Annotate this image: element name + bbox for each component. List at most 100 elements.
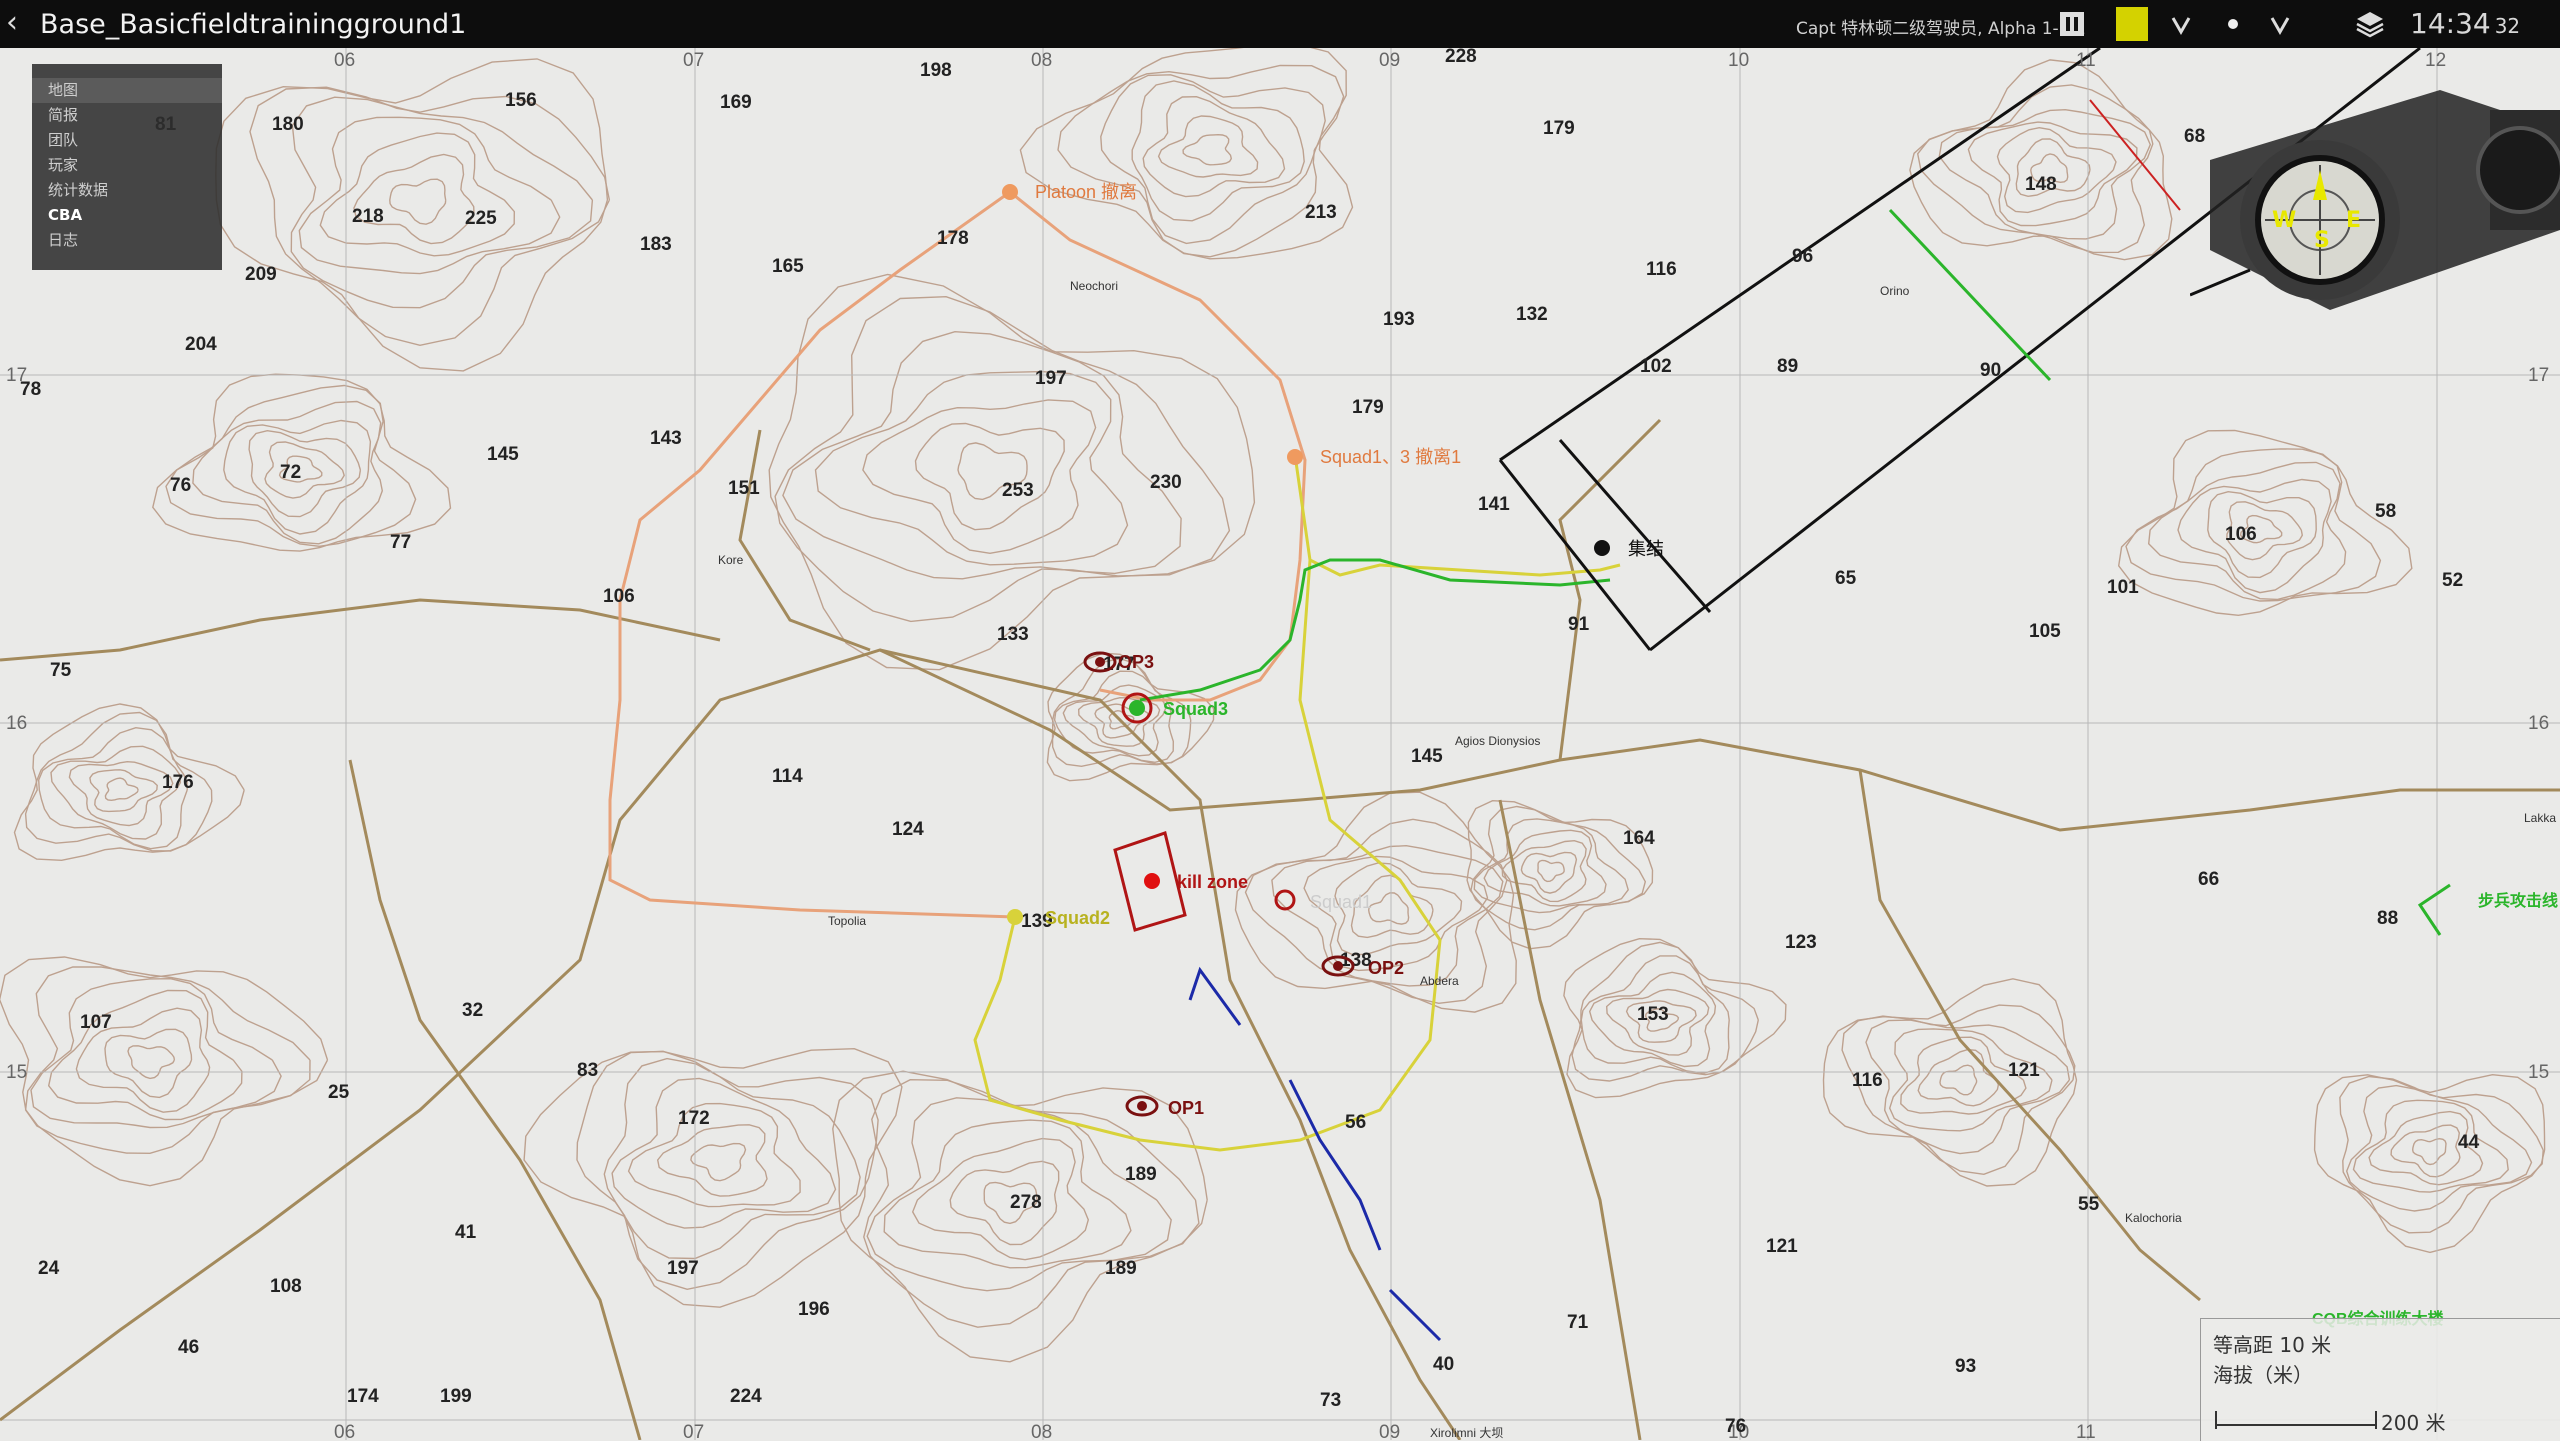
map-legend: 等高距 10 米 海拔（米） 200 米 — [2200, 1318, 2560, 1441]
marker-color-swatch — [2116, 7, 2148, 41]
grid-label-top: 06 — [334, 50, 355, 71]
elevation-label: 55 — [2078, 1194, 2100, 1215]
mission-title: Base_Basicfieldtrainingground1 — [40, 9, 467, 40]
back-icon[interactable]: ‹ — [6, 8, 26, 40]
elevation-label: 90 — [1980, 360, 2001, 381]
elevation-label: 75 — [50, 660, 72, 681]
elevation-label: 106 — [603, 586, 635, 607]
assembly-marker[interactable] — [1594, 540, 1610, 556]
grid-label-top: 07 — [683, 50, 704, 71]
menu-item-briefing[interactable]: 简报 — [32, 103, 222, 128]
player-info: Capt 特林顿二级驾驶员, Alpha 1-1 1 — [1796, 19, 2086, 39]
elevation-label: 41 — [455, 1222, 477, 1243]
town-label: Topolia — [828, 914, 866, 928]
compass-letter-w: W — [2272, 208, 2296, 233]
squad3-label: Squad3 — [1163, 699, 1228, 719]
menu-item-team[interactable]: 团队 — [32, 128, 222, 153]
op1-marker-center — [1137, 1101, 1147, 1111]
elevation-label: 124 — [892, 819, 924, 840]
grid-label-right: 16 — [2528, 713, 2549, 734]
menu-item-players[interactable]: 玩家 — [32, 153, 222, 178]
elevation-label: 76 — [1725, 1416, 1746, 1437]
elevation-label: 164 — [1623, 828, 1655, 849]
menu-item-log[interactable]: 日志 — [32, 228, 222, 253]
elevation-label: 76 — [170, 475, 191, 496]
squad2-label: Squad2 — [1045, 908, 1110, 928]
grid-label-bottom: 09 — [1379, 1422, 1400, 1440]
elevation-label: 141 — [1478, 494, 1510, 515]
elevation-label: 253 — [1002, 480, 1034, 501]
elevation-label: 123 — [1785, 932, 1817, 953]
elevation-label: 176 — [162, 772, 194, 793]
elevation-label: 25 — [328, 1082, 350, 1103]
compass-sight — [2476, 126, 2560, 214]
color-dropdown-button[interactable] — [2163, 4, 2199, 44]
marker-type-button[interactable] — [2215, 4, 2251, 44]
squad13-marker[interactable] — [1287, 449, 1303, 465]
altitude-label: 海拔（米） — [2213, 1363, 2313, 1387]
town-label: Orino — [1880, 284, 1910, 298]
layers-button[interactable] — [2352, 4, 2388, 44]
platoon-label: Platoon 撤离 — [1035, 182, 1137, 202]
elevation-label: 209 — [245, 264, 277, 285]
pause-icon — [2060, 12, 2084, 36]
elevation-label: 224 — [730, 1386, 762, 1407]
top-bar: ‹ Base_Basicfieldtrainingground1 Capt 特林… — [0, 0, 2560, 48]
compass-letter-s: S — [2314, 228, 2330, 253]
grid-label-bottom: 08 — [1031, 1422, 1052, 1440]
elevation-label: 78 — [20, 379, 41, 400]
menu-item-cba[interactable]: CBA — [32, 203, 222, 228]
menu-item-map[interactable]: 地图 — [32, 78, 222, 103]
elevation-label: 213 — [1305, 202, 1337, 223]
elevation-label: 105 — [2029, 621, 2061, 642]
elevation-label: 148 — [2025, 174, 2057, 195]
grid-label-left: 16 — [6, 713, 27, 734]
topographic-map[interactable]: 06 07 08 09 10 11 1206 07 08 09 10 11171615171615 1… — [0, 0, 2560, 1440]
elevation-label: 196 — [798, 1299, 830, 1320]
elevation-label: 52 — [2442, 570, 2463, 591]
op3-marker-center — [1095, 657, 1105, 667]
elevation-label: 71 — [1567, 1312, 1589, 1333]
clock-main: 14:34 — [2410, 7, 2491, 40]
elevation-label: 32 — [462, 1000, 483, 1021]
platoon-marker[interactable] — [1002, 184, 1018, 200]
elevation-label: 44 — [2458, 1132, 2480, 1153]
elevation-label: 73 — [1320, 1390, 1341, 1411]
op2-label: OP2 — [1368, 958, 1404, 978]
elevation-label: 116 — [1646, 259, 1677, 280]
compass-cord — [2190, 268, 2251, 297]
elevation-label: 204 — [185, 334, 217, 355]
squad2-marker[interactable] — [1007, 909, 1023, 925]
compass-letter-e: E — [2346, 208, 2361, 233]
scale-bar — [2215, 1411, 2377, 1429]
elevation-label: 72 — [280, 462, 301, 483]
layers-icon — [2356, 12, 2384, 38]
elevation-label: 114 — [772, 766, 803, 787]
elevation-label: 58 — [2375, 501, 2396, 522]
elevation-label: 121 — [1766, 1236, 1798, 1257]
elevation-label: 132 — [1516, 304, 1548, 325]
elevation-label: 172 — [678, 1108, 710, 1129]
elevation-label: 46 — [178, 1337, 199, 1358]
op3-label: OP3 — [1118, 652, 1154, 672]
elevation-label: 218 — [352, 206, 384, 227]
elevation-label: 102 — [1640, 356, 1672, 377]
elevation-label: 101 — [2107, 577, 2139, 598]
elevation-label: 108 — [270, 1276, 302, 1297]
infantry-attack-label: 步兵攻击线 — [2478, 891, 2558, 910]
town-label: Agios Dionysios — [1455, 734, 1540, 748]
pause-button[interactable] — [2054, 4, 2090, 44]
squad3-marker[interactable] — [1129, 700, 1145, 716]
elevation-label: 56 — [1345, 1112, 1366, 1133]
elevation-label: 106 — [2225, 524, 2257, 545]
dot-marker-icon — [2228, 19, 2238, 29]
elevation-label: 40 — [1433, 1354, 1454, 1375]
marker-color-button[interactable] — [2114, 4, 2150, 44]
kill-zone-marker[interactable] — [1144, 873, 1160, 889]
marker-type-dropdown-button[interactable] — [2262, 4, 2298, 44]
compass[interactable]: S W E — [2190, 70, 2560, 330]
elevation-label: 179 — [1543, 118, 1575, 139]
map-menu: 地图 简报 团队 玩家 统计数据 CBA 日志 — [32, 64, 222, 270]
elevation-label: 121 — [2008, 1060, 2040, 1081]
menu-item-statistics[interactable]: 统计数据 — [32, 178, 222, 203]
